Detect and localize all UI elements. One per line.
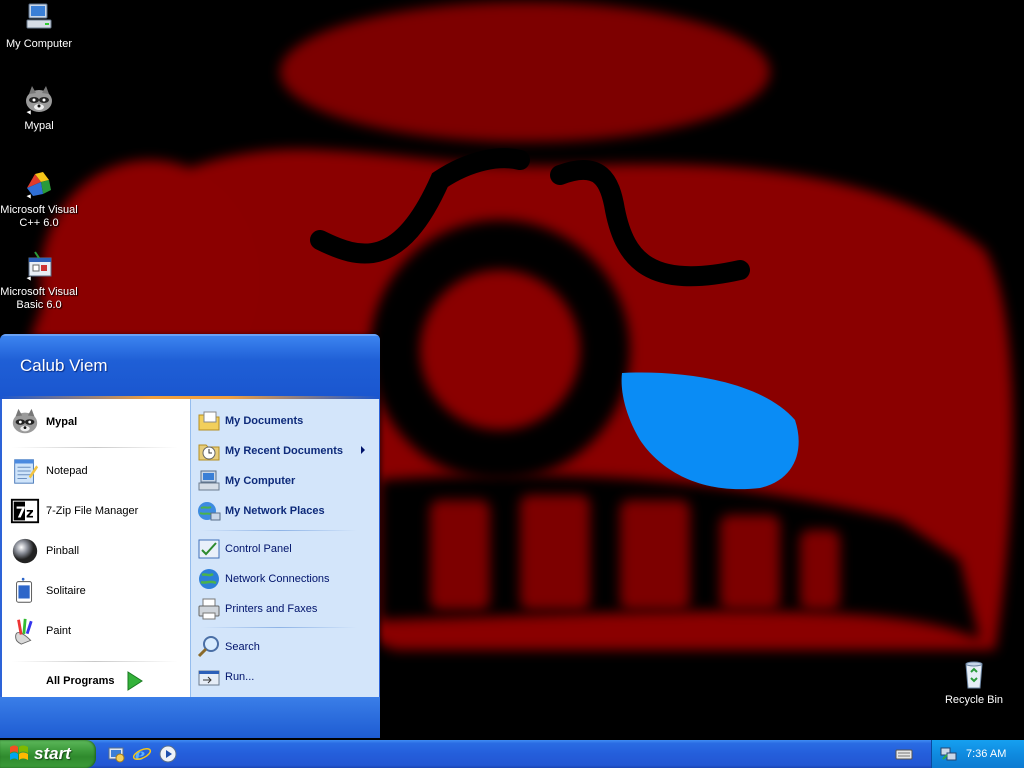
internet-explorer-icon[interactable]: e	[132, 744, 152, 764]
recent-item-pinball[interactable]: Pinball	[10, 535, 186, 567]
menu-item-label: My Computer	[225, 475, 296, 487]
recent-item-solitaire[interactable]: Solitaire	[10, 575, 186, 607]
menu-item-label: My Documents	[225, 415, 304, 427]
network-places-icon	[197, 499, 221, 523]
raccoon-icon	[10, 407, 40, 437]
taskbar: start e 7:36 AM	[0, 740, 1024, 768]
menu-separator	[201, 530, 357, 531]
recent-item-notepad[interactable]: Notepad	[10, 455, 186, 487]
chevron-right-icon	[361, 446, 365, 454]
printers-icon	[197, 597, 221, 621]
system-tray: 7:36 AM	[931, 740, 1024, 768]
system-item-printers[interactable]: Printers and Faxes	[197, 593, 373, 625]
menu-item-label: Run...	[225, 671, 255, 683]
menu-item-label: Control Panel	[225, 543, 292, 555]
system-item-run[interactable]: Run...	[197, 661, 373, 693]
my-computer-icon	[23, 2, 55, 34]
menu-item-label: Mypal	[46, 416, 78, 428]
menu-separator	[12, 447, 178, 448]
visual-cpp-icon	[23, 168, 55, 200]
menu-separator	[201, 627, 357, 628]
start-menu-left-column: Mypal Notepad 7z 7-Zip File Manager Pinb…	[2, 399, 190, 697]
menu-item-label: Solitaire	[46, 585, 86, 597]
desktop-icon-label: My Computer	[5, 38, 73, 50]
recent-item-7zip[interactable]: 7z 7-Zip File Manager	[10, 495, 186, 527]
paint-icon	[10, 616, 40, 646]
control-panel-icon	[197, 537, 221, 561]
menu-item-label: Pinball	[46, 545, 80, 557]
arrow-right-icon	[127, 671, 144, 691]
menu-item-label: Network Connections	[225, 573, 330, 585]
network-tray-icon[interactable]	[940, 745, 958, 763]
windows-logo-icon	[10, 745, 28, 760]
desktop-icon-label: Microsoft Visual C++ 6.0	[0, 204, 78, 229]
start-button[interactable]: start	[0, 740, 96, 768]
notepad-icon	[10, 456, 40, 486]
keyboard-icon[interactable]	[895, 746, 913, 762]
start-menu-header: Calub Viem	[0, 334, 380, 398]
desktop-icon-label: Recycle Bin	[944, 694, 1004, 706]
menu-item-label: Search	[225, 641, 260, 653]
solitaire-icon	[10, 576, 40, 606]
all-programs-label: All Programs	[46, 675, 115, 687]
start-menu-right-column: My Documents My Recent Documents My Comp…	[190, 399, 379, 697]
pinball-icon	[10, 536, 40, 566]
menu-separator	[12, 661, 178, 662]
run-icon	[197, 665, 221, 689]
places-item-my-documents[interactable]: My Documents	[197, 405, 373, 437]
svg-text:7: 7	[16, 504, 26, 522]
start-label: start	[34, 744, 71, 763]
system-item-search[interactable]: Search	[197, 631, 373, 663]
menu-item-label: 7-Zip File Manager	[46, 505, 139, 517]
start-menu-footer	[0, 697, 380, 738]
desktop-icon-recycle-bin[interactable]: Recycle Bin	[935, 658, 1013, 707]
menu-item-label: Paint	[46, 625, 72, 637]
menu-item-label: Printers and Faxes	[225, 603, 318, 615]
desktop-icon-mypal[interactable]: Mypal	[0, 84, 78, 133]
desktop-icon-label: Mypal	[24, 120, 54, 132]
search-icon	[197, 635, 221, 659]
show-desktop-icon[interactable]	[106, 744, 126, 764]
clock: 7:36 AM	[966, 748, 1007, 760]
recycle-bin-icon	[958, 658, 990, 690]
desktop-icon-my-computer[interactable]: My Computer	[0, 2, 78, 51]
menu-item-label: My Recent Documents	[225, 445, 343, 457]
places-item-my-computer[interactable]: My Computer	[197, 465, 373, 497]
raccoon-icon	[23, 84, 55, 116]
start-menu: Calub Viem Mypal Notepad 7z 7-Zip File M…	[0, 334, 380, 738]
places-item-network-places[interactable]: My Network Places	[197, 495, 373, 527]
network-connections-icon	[197, 567, 221, 591]
system-item-network-connections[interactable]: Network Connections	[197, 563, 373, 595]
visual-basic-icon	[23, 250, 55, 282]
svg-text:e: e	[135, 745, 145, 764]
all-programs-button[interactable]: All Programs	[46, 671, 144, 691]
user-name: Calub Viem	[20, 356, 108, 375]
desktop-icon-label: Microsoft Visual Basic 6.0	[0, 286, 78, 311]
pinned-item-mypal[interactable]: Mypal	[10, 406, 186, 438]
menu-item-label: Notepad	[46, 465, 88, 477]
desktop-icon-visual-cpp[interactable]: Microsoft Visual C++ 6.0	[0, 168, 78, 230]
system-item-control-panel[interactable]: Control Panel	[197, 533, 373, 565]
desktop-icon-visual-basic[interactable]: Microsoft Visual Basic 6.0	[0, 250, 78, 312]
recent-item-paint[interactable]: Paint	[10, 615, 186, 647]
quick-launch-bar: e	[106, 744, 178, 764]
menu-item-label: My Network Places	[225, 505, 325, 517]
7zip-icon: 7z	[10, 496, 40, 526]
media-player-icon[interactable]	[158, 744, 178, 764]
svg-text:z: z	[26, 507, 34, 522]
places-item-recent-documents[interactable]: My Recent Documents	[197, 435, 373, 467]
my-computer-icon	[197, 469, 221, 493]
my-documents-icon	[197, 409, 221, 433]
recent-documents-icon	[197, 439, 221, 463]
